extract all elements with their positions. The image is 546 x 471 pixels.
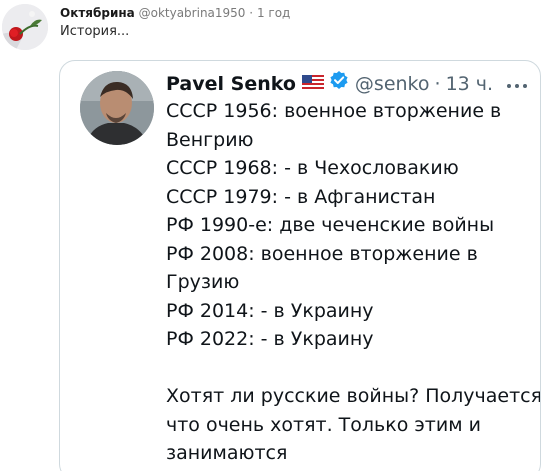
embedded-tweet-card[interactable]: Pavel Senko @senko · 13 ч. СССР 1956: во… [59,60,541,471]
comment-text: История... [60,24,130,39]
man-portrait-image [80,71,154,145]
verified-badge-icon [329,70,349,97]
tweet-author-name[interactable]: Pavel Senko [166,71,296,97]
paragraph-break [166,354,536,383]
tweet-closing-line: занимаются [166,442,288,464]
tweet-line: Грузию [166,271,240,293]
tweet-line: РФ 2008: военное вторжение в [166,242,478,265]
tweet-separator: · [434,72,441,95]
tweet-timestamp[interactable]: 13 ч. [446,71,493,97]
tweet-line: РФ 1990-е: две чеченские войны [166,214,495,236]
comment-timestamp[interactable]: 1 год [257,6,290,20]
more-dots-icon[interactable] [506,73,528,94]
comment-author-name[interactable]: Октябрина [60,6,135,20]
tweet-line: РФ 2014: - в Украину [166,299,374,322]
tweet-header: Pavel Senko @senko · 13 ч. [166,70,493,97]
tweet-line: СССР 1956: военное вторжение в [166,100,502,122]
tweet-closing-line: Хотят ли русские войны? Получается [166,385,541,407]
comment-author-handle[interactable]: @oktyabrina1950 [139,6,246,20]
tweet-closing-line: что очень хотят. Только этим и [166,413,481,436]
us-flag-icon [301,71,324,97]
tweet-author-avatar[interactable] [80,71,154,145]
tweet-line: Венгрию [166,128,254,151]
comment-avatar[interactable] [2,4,48,50]
comment-separator: · [249,6,254,20]
comment-header: Октябрина @oktyabrina1950 · 1 год [60,5,290,21]
tweet-author-handle[interactable]: @senko [355,71,430,97]
tweet-line: РФ 2022: - в Украину [166,328,374,350]
tweet-line: СССР 1968: - в Чехословакию [166,157,459,179]
tweet-line: СССР 1979: - в Афганистан [166,185,436,208]
rose-avatar-image [2,4,48,50]
tweet-text: СССР 1956: военное вторжение в Венгрию С… [166,97,541,468]
